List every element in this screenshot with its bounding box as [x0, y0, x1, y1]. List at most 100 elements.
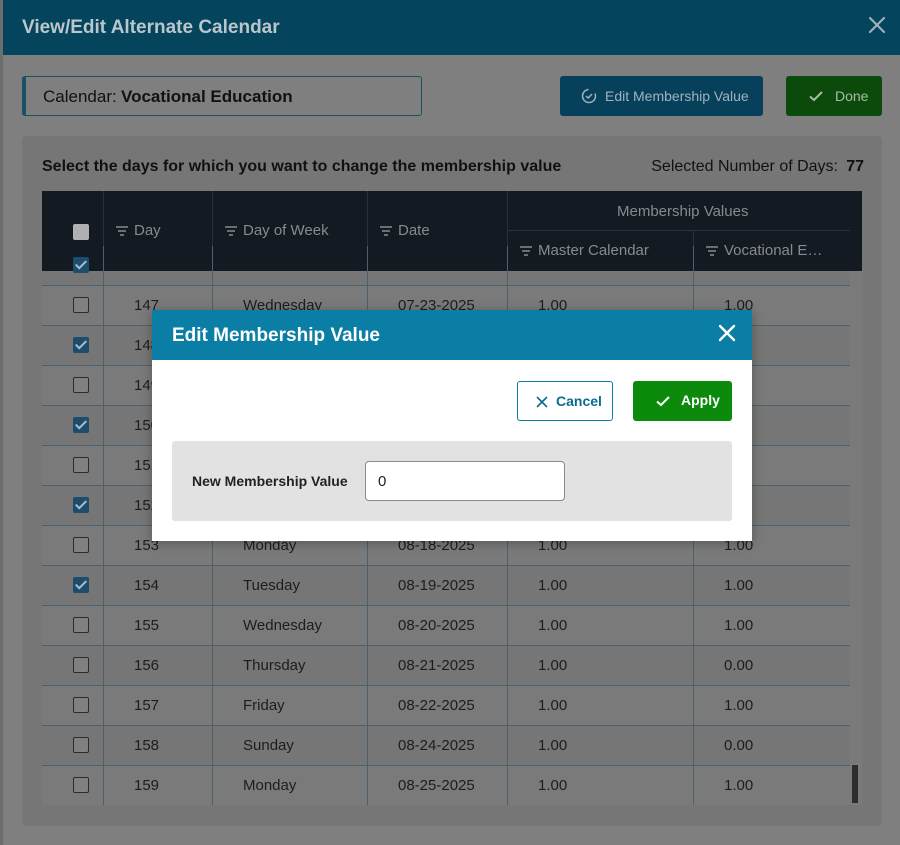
row-checkbox[interactable] — [73, 777, 89, 793]
column-divider — [693, 646, 694, 686]
apply-button[interactable]: Apply — [633, 381, 732, 421]
cell-day: 159 — [134, 777, 160, 794]
row-checkbox[interactable] — [73, 577, 89, 593]
new-membership-value-label: New Membership Value — [192, 473, 348, 489]
header-date[interactable]: Date — [380, 222, 430, 239]
column-divider — [103, 766, 104, 805]
column-divider — [367, 566, 368, 606]
table-row[interactable]: 154 Tuesday 08-19-2025 1.00 1.00 — [42, 566, 850, 606]
cell-day-of-week: Sunday — [243, 737, 294, 754]
table-row[interactable]: 156 Thursday 08-21-2025 1.00 0.00 — [42, 646, 850, 686]
edit-membership-value-button[interactable]: Edit Membership Value — [560, 76, 763, 116]
column-divider — [507, 646, 508, 686]
column-divider — [367, 646, 368, 686]
cell-master-calendar: 1.00 — [538, 617, 568, 634]
column-divider — [367, 686, 368, 726]
row-checkbox[interactable] — [73, 297, 89, 313]
column-divider — [103, 366, 104, 406]
column-divider — [103, 726, 104, 766]
column-divider — [367, 726, 368, 766]
table-row[interactable]: 158 Sunday 08-24-2025 1.00 0.00 — [42, 726, 850, 766]
column-divider — [367, 606, 368, 646]
selected-days-count: 77 — [846, 158, 864, 175]
scroll-thumb[interactable] — [852, 765, 858, 803]
new-membership-value-input[interactable] — [365, 461, 565, 501]
column-divider — [693, 766, 694, 805]
cell-master-calendar: 1.00 — [538, 777, 568, 794]
close-icon — [536, 396, 548, 408]
panel-heading: Select the days for which you want to ch… — [42, 158, 562, 175]
cell-vocational: 0.00 — [724, 657, 754, 674]
cell-day: 156 — [134, 657, 160, 674]
row-checkbox[interactable] — [73, 617, 89, 633]
header-day[interactable]: Day — [116, 222, 161, 239]
cell-day: 155 — [134, 617, 160, 634]
row-checkbox[interactable] — [73, 377, 89, 393]
filter-icon — [116, 226, 128, 236]
edit-membership-value-label: Edit Membership Value — [605, 88, 749, 104]
cell-day-of-week: Tuesday — [243, 577, 300, 594]
column-divider — [103, 606, 104, 646]
column-divider — [507, 726, 508, 766]
modal-header: Edit Membership Value — [152, 310, 752, 360]
cell-date: 08-19-2025 — [398, 577, 475, 594]
cancel-button[interactable]: Cancel — [517, 381, 613, 421]
header-day-of-week-label: Day of Week — [243, 222, 329, 239]
modal-title: Edit Membership Value — [172, 325, 380, 346]
column-divider — [103, 566, 104, 606]
done-label: Done — [835, 88, 869, 104]
table-scrollbar[interactable] — [850, 271, 862, 805]
column-divider — [367, 246, 368, 286]
dialog-title: View/Edit Alternate Calendar — [22, 17, 280, 38]
cell-date: 08-20-2025 — [398, 617, 475, 634]
cancel-label: Cancel — [556, 393, 602, 409]
column-divider — [103, 406, 104, 446]
row-checkbox[interactable] — [73, 497, 89, 513]
column-divider — [507, 246, 508, 286]
row-checkbox[interactable] — [73, 657, 89, 673]
cell-day-of-week: Wednesday — [243, 617, 322, 634]
cell-day: 154 — [134, 577, 160, 594]
column-divider — [693, 606, 694, 646]
close-icon[interactable] — [718, 324, 736, 342]
row-checkbox[interactable] — [73, 697, 89, 713]
close-icon[interactable] — [866, 14, 888, 36]
row-checkbox[interactable] — [73, 417, 89, 433]
table-row[interactable]: 157 Friday 08-22-2025 1.00 1.00 — [42, 686, 850, 726]
calendar-selector: Calendar: Vocational Education — [22, 76, 422, 116]
apply-label: Apply — [681, 392, 720, 408]
calendar-label: Calendar: — [43, 87, 117, 106]
header-day-of-week[interactable]: Day of Week — [225, 222, 329, 239]
cell-date: 08-25-2025 — [398, 777, 475, 794]
row-checkbox[interactable] — [73, 257, 89, 273]
header-date-label: Date — [398, 222, 430, 239]
cell-master-calendar: 1.00 — [538, 737, 568, 754]
row-checkbox[interactable] — [73, 457, 89, 473]
column-divider — [103, 646, 104, 686]
column-divider — [693, 566, 694, 606]
column-divider — [507, 606, 508, 646]
column-divider — [212, 606, 213, 646]
filter-icon — [225, 226, 237, 236]
column-divider — [212, 686, 213, 726]
row-checkbox[interactable] — [73, 537, 89, 553]
row-checkbox[interactable] — [73, 737, 89, 753]
cell-day-of-week: Monday — [243, 777, 297, 794]
column-divider — [212, 566, 213, 606]
column-divider — [212, 726, 213, 766]
select-all-checkbox[interactable] — [73, 224, 89, 240]
cell-date: 08-24-2025 — [398, 737, 475, 754]
table-row[interactable] — [42, 246, 850, 286]
column-divider — [103, 486, 104, 526]
done-button[interactable]: Done — [786, 76, 882, 116]
column-divider — [103, 326, 104, 366]
table-row[interactable]: 155 Wednesday 08-20-2025 1.00 1.00 — [42, 606, 850, 646]
column-divider — [103, 286, 104, 326]
cell-day-of-week: Thursday — [243, 657, 306, 674]
cell-day: 157 — [134, 697, 160, 714]
cell-vocational: 1.00 — [724, 777, 754, 794]
cell-master-calendar: 1.00 — [538, 697, 568, 714]
selected-days-label: Selected Number of Days: — [651, 158, 838, 175]
row-checkbox[interactable] — [73, 337, 89, 353]
table-row[interactable]: 159 Monday 08-25-2025 1.00 1.00 — [42, 766, 850, 805]
